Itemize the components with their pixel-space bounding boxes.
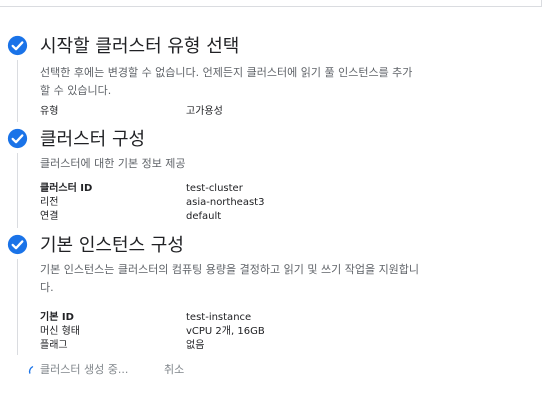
field-value-region: asia-northeast3 — [186, 197, 265, 208]
field-key-type: 유형 — [40, 106, 59, 117]
previous-panel-border — [0, 0, 542, 7]
field-value-cluster-id: test-cluster — [186, 183, 243, 194]
field-key-machine-type: 머신 형태 — [40, 326, 80, 337]
step-title: 기본 인스턴스 구성 — [40, 235, 184, 256]
field-key-instance-id: 기본 ID — [40, 312, 74, 323]
step-description: 선택한 후에는 변경할 수 없습니다. 언제든지 클러스터에 읽기 풀 인스턴스… — [40, 66, 413, 79]
step-description: 클러스터에 대한 기본 정보 제공 — [40, 157, 186, 170]
step-title: 시작할 클러스터 유형 선택 — [40, 36, 240, 57]
field-key-cluster-id: 클러스터 ID — [40, 183, 93, 194]
field-value-network: default — [186, 211, 222, 222]
creation-status: 클러스터 생성 중... — [40, 363, 129, 376]
field-key-flags: 플래그 — [40, 340, 68, 351]
field-value-flags: 없음 — [186, 340, 205, 351]
field-key-network: 연결 — [40, 211, 59, 222]
check-circle-icon — [7, 35, 28, 56]
check-circle-icon — [7, 128, 28, 149]
field-key-region: 리전 — [40, 197, 59, 208]
progress-spinner-icon — [28, 366, 34, 374]
step-title: 클러스터 구성 — [40, 129, 146, 150]
step-connector-line — [17, 153, 18, 228]
step-description-cont: 다. — [40, 281, 54, 294]
step-connector-line — [17, 259, 18, 355]
step-connector-line — [17, 60, 18, 122]
field-value-type: 고가용성 — [186, 106, 223, 117]
step-description: 기본 인스턴스는 클러스터의 컴퓨팅 용량을 결정하고 읽기 및 쓰기 작업을 … — [40, 263, 420, 276]
check-circle-icon — [7, 234, 28, 255]
cancel-button[interactable]: 취소 — [164, 361, 184, 377]
step-description-cont: 할 수 있습니다. — [40, 84, 112, 97]
field-value-instance-id: test-instance — [186, 312, 252, 323]
field-value-machine-type: vCPU 2개, 16GB — [186, 326, 265, 337]
